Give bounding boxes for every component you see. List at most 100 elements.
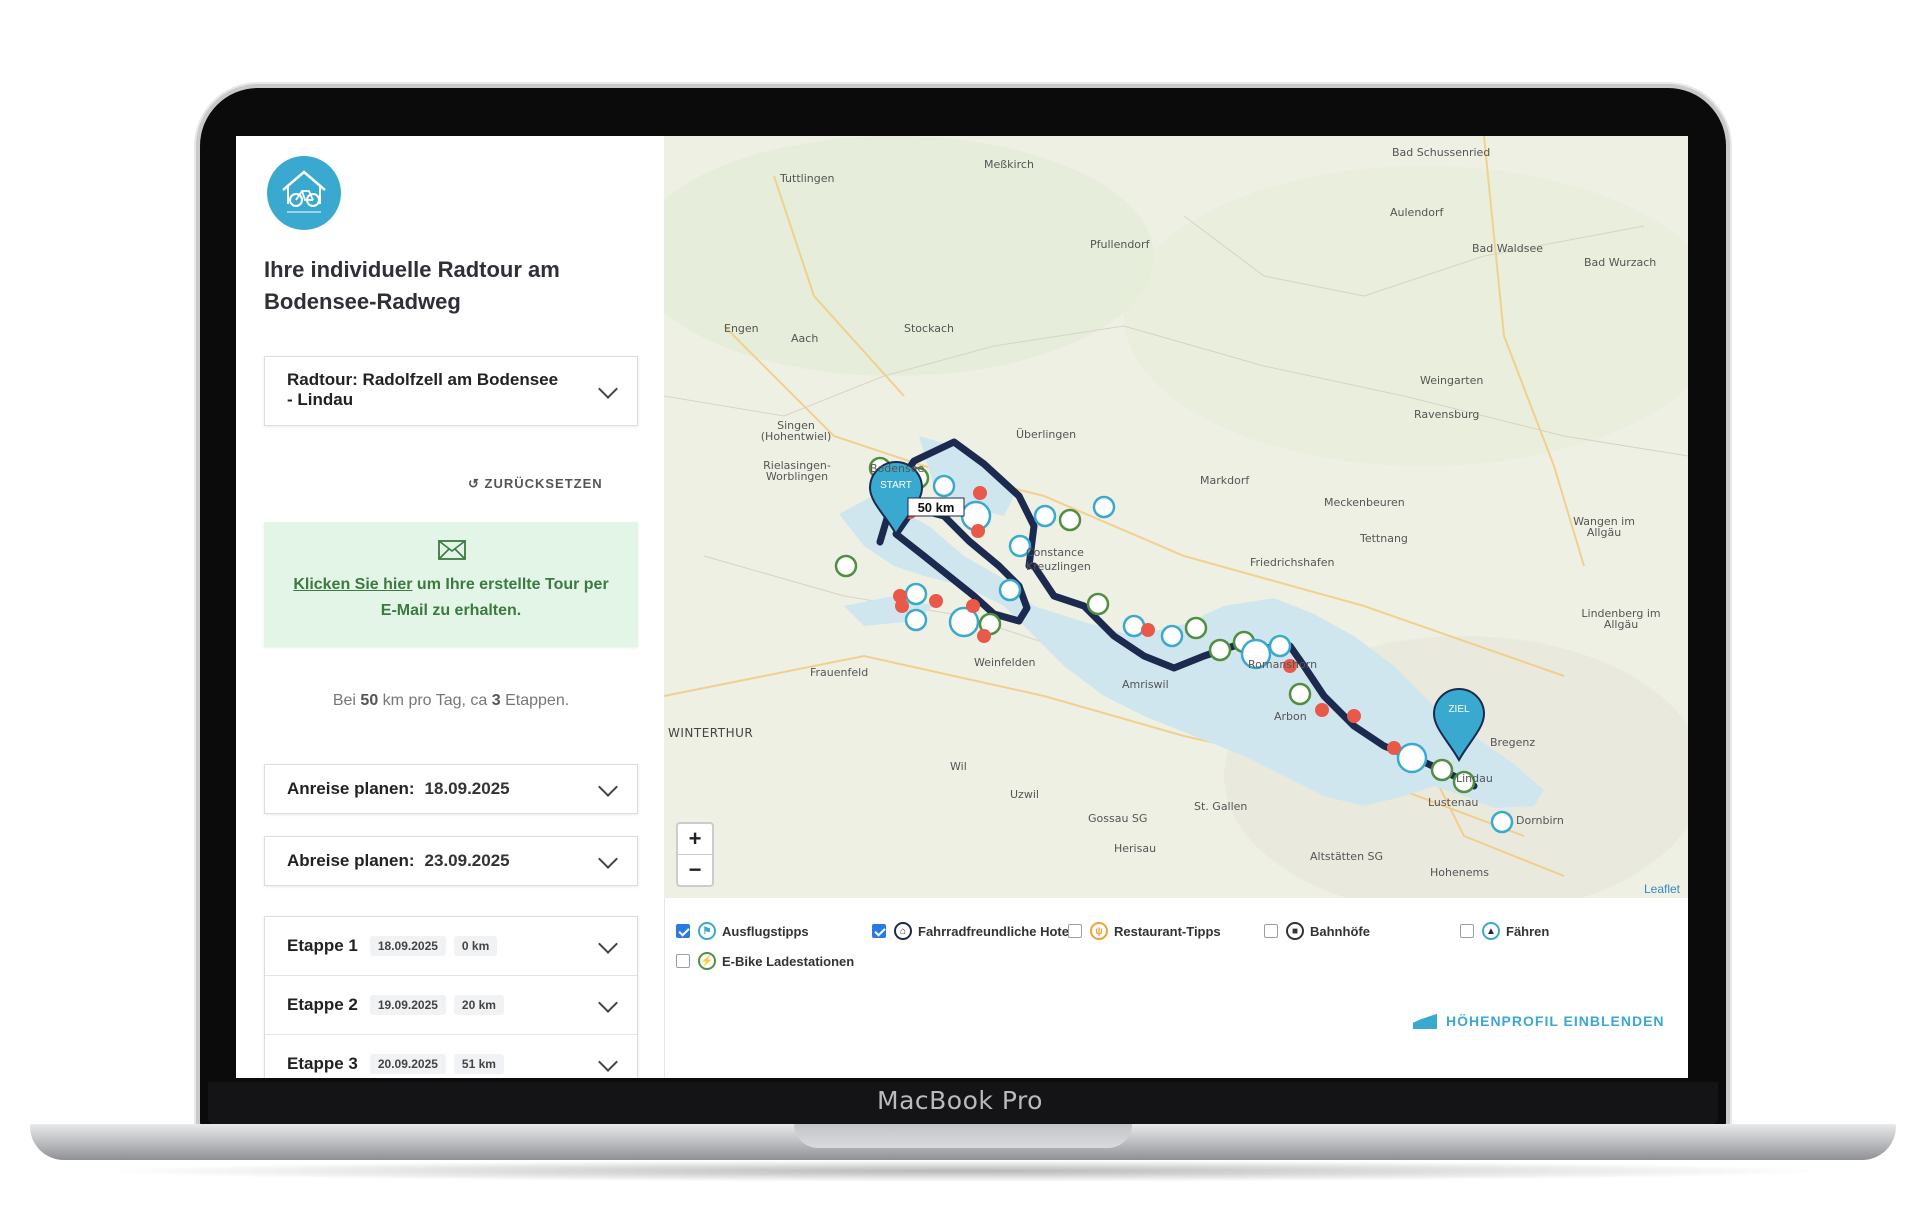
stages-note-prefix: Bei bbox=[332, 692, 361, 709]
checkbox-icon[interactable] bbox=[1460, 924, 1474, 938]
legend-restaurants[interactable]: ψ Restaurant-Tipps bbox=[1068, 922, 1221, 940]
stages-km-per-day: 50 bbox=[360, 692, 379, 709]
ferry-icon: ▲ bbox=[1482, 922, 1500, 940]
checkbox-checked-icon[interactable] bbox=[872, 924, 886, 938]
restaurant-icon: ψ bbox=[1090, 922, 1108, 940]
map-town: Rielasingen-Worblingen bbox=[763, 459, 831, 483]
etappe-km: 51 km bbox=[453, 1054, 504, 1074]
arrival-select[interactable]: Anreise planen: 18.09.2025 bbox=[264, 764, 638, 814]
map-town: Überlingen bbox=[1016, 428, 1077, 441]
map-town: Tettnang bbox=[1360, 532, 1408, 545]
envelope-icon bbox=[438, 540, 466, 560]
etappe-row[interactable]: Etappe 2 19.09.2025 20 km bbox=[265, 976, 637, 1035]
map-town: Herisau bbox=[1114, 842, 1157, 855]
zoom-in-button[interactable]: + bbox=[678, 824, 712, 855]
email-tour-link[interactable]: Klicken Sie hier bbox=[293, 576, 412, 593]
laptop-shadow bbox=[90, 1160, 1836, 1182]
route-select-value: Radtour: Radolfzell am Bodensee - Lindau bbox=[287, 370, 559, 409]
checkbox-icon[interactable] bbox=[1264, 924, 1278, 938]
map-town: Romanshorn bbox=[1248, 658, 1318, 671]
route-select[interactable]: Radtour: Radolfzell am Bodensee - Lindau bbox=[264, 356, 638, 426]
etappe-km: 20 km bbox=[453, 995, 504, 1015]
departure-value: 23.09.2025 bbox=[424, 851, 510, 870]
hotel-icon: ⌂ bbox=[894, 922, 912, 940]
chevron-down-icon bbox=[598, 934, 618, 954]
map-town: Lustenau bbox=[1428, 796, 1479, 809]
map-town: Bad Waldsee bbox=[1472, 242, 1543, 255]
legend-faehren[interactable]: ▲ Fähren bbox=[1460, 922, 1549, 940]
zoom-out-button[interactable]: − bbox=[678, 855, 712, 885]
etappe-date: 19.09.2025 bbox=[369, 995, 446, 1015]
map-town: Altstätten SG bbox=[1310, 850, 1384, 863]
etappe-row[interactable]: Etappe 1 18.09.2025 0 km bbox=[265, 917, 637, 976]
map-town: Lindau bbox=[1456, 772, 1493, 785]
sidebar: Ihre individuelle Radtour am Bodensee-Ra… bbox=[236, 136, 665, 1078]
legend-ebike[interactable]: ⚡ E-Bike Ladestationen bbox=[676, 952, 854, 970]
map-town: Singen (Hohentwiel) bbox=[760, 419, 832, 443]
end-label: ZIEL bbox=[1448, 704, 1470, 715]
chevron-down-icon bbox=[598, 1052, 618, 1072]
map-town: Stockach bbox=[904, 322, 955, 335]
map-town: Kreuzlingen bbox=[1026, 560, 1091, 573]
departure-label: Abreise planen: bbox=[287, 851, 415, 870]
map-town: Ravensburg bbox=[1414, 408, 1480, 421]
etappe-name: Etappe 1 bbox=[287, 936, 358, 955]
map-town: Bregenz bbox=[1490, 736, 1536, 749]
arrival-label: Anreise planen: bbox=[287, 779, 415, 798]
map-town: St. Gallen bbox=[1194, 800, 1248, 813]
elevation-label: HÖHENPROFIL EINBLENDEN bbox=[1446, 1013, 1665, 1029]
bike-house-icon bbox=[282, 170, 326, 213]
stages-note-suffix: Etappen. bbox=[500, 692, 570, 709]
map-town: Bad Schussenried bbox=[1392, 146, 1491, 159]
map-town: Bodensee bbox=[870, 462, 925, 475]
map-town: Aach bbox=[791, 332, 819, 345]
chevron-down-icon bbox=[598, 993, 618, 1013]
map-town: Arbon bbox=[1274, 710, 1307, 723]
legend-label: E-Bike Ladestationen bbox=[722, 953, 855, 969]
map-town: Friedrichshafen bbox=[1250, 556, 1335, 569]
map-town: Markdorf bbox=[1200, 474, 1250, 487]
map-town: Amriswil bbox=[1122, 678, 1169, 691]
stages-note-middle: km pro Tag, ca bbox=[378, 692, 492, 709]
legend-ausflugstipps[interactable]: ⚑ Ausflugstipps bbox=[676, 922, 809, 940]
legend-hotels[interactable]: ⌂ Fahrradfreundliche Hotels bbox=[872, 922, 1080, 940]
start-label: START bbox=[880, 480, 912, 491]
map-town: Dornbirn bbox=[1516, 814, 1564, 827]
elevation-profile-button[interactable]: HÖHENPROFIL EINBLENDEN bbox=[1412, 1012, 1665, 1030]
legend-label: Ausflugstipps bbox=[722, 923, 809, 939]
charging-icon: ⚡ bbox=[698, 952, 716, 970]
map-town: Constance bbox=[1026, 546, 1084, 559]
email-tour-rest: um Ihre erstellte Tour per E-Mail zu erh… bbox=[380, 576, 609, 619]
etappe-row[interactable]: Etappe 3 20.09.2025 51 km bbox=[265, 1035, 637, 1078]
elevation-icon bbox=[1412, 1012, 1438, 1029]
chevron-down-icon bbox=[598, 777, 618, 797]
checkbox-checked-icon[interactable] bbox=[676, 924, 690, 938]
map-attribution[interactable]: Leaflet bbox=[1644, 882, 1680, 896]
map-town: WINTERTHUR bbox=[668, 726, 754, 740]
legend-label: Fahrradfreundliche Hotels bbox=[918, 923, 1080, 939]
map-town: Tuttlingen bbox=[780, 172, 835, 185]
chevron-down-icon bbox=[598, 849, 618, 869]
legend-label: Bahnhöfe bbox=[1310, 923, 1370, 939]
map-town: Wangen im Allgäu bbox=[1573, 515, 1635, 539]
map-town: Gossau SG bbox=[1088, 812, 1148, 825]
route-map[interactable]: START ZIEL 50 km Tuttlingen Meßkirch Bad… bbox=[664, 136, 1688, 898]
map-town: Meckenbeuren bbox=[1324, 496, 1405, 509]
map-town: Hohenems bbox=[1430, 866, 1489, 879]
etappen-list: Etappe 1 18.09.2025 0 km Etappe 2 19.09.… bbox=[264, 916, 638, 1078]
legend-bahnhoefe[interactable]: ■ Bahnhöfe bbox=[1264, 922, 1370, 940]
checkbox-icon[interactable] bbox=[676, 954, 690, 968]
email-tour-text: Klicken Sie hier um Ihre erstellte Tour … bbox=[284, 572, 618, 624]
map-town: Aulendorf bbox=[1390, 206, 1444, 219]
departure-select[interactable]: Abreise planen: 23.09.2025 bbox=[264, 836, 638, 886]
distance-label: 50 km bbox=[918, 500, 955, 515]
etappe-km: 0 km bbox=[453, 936, 498, 956]
stages-note: Bei 50 km pro Tag, ca 3 Etappen. bbox=[264, 692, 638, 710]
page-title: Ihre individuelle Radtour am Bodensee-Ra… bbox=[264, 257, 560, 314]
train-icon: ■ bbox=[1286, 922, 1304, 940]
map-town: Uzwil bbox=[1010, 788, 1039, 801]
reset-button[interactable]: ↺ ZURÜCKSETZEN bbox=[468, 476, 603, 492]
etappe-date: 20.09.2025 bbox=[369, 1054, 446, 1074]
checkbox-icon[interactable] bbox=[1068, 924, 1082, 938]
brand-logo[interactable] bbox=[267, 156, 341, 230]
